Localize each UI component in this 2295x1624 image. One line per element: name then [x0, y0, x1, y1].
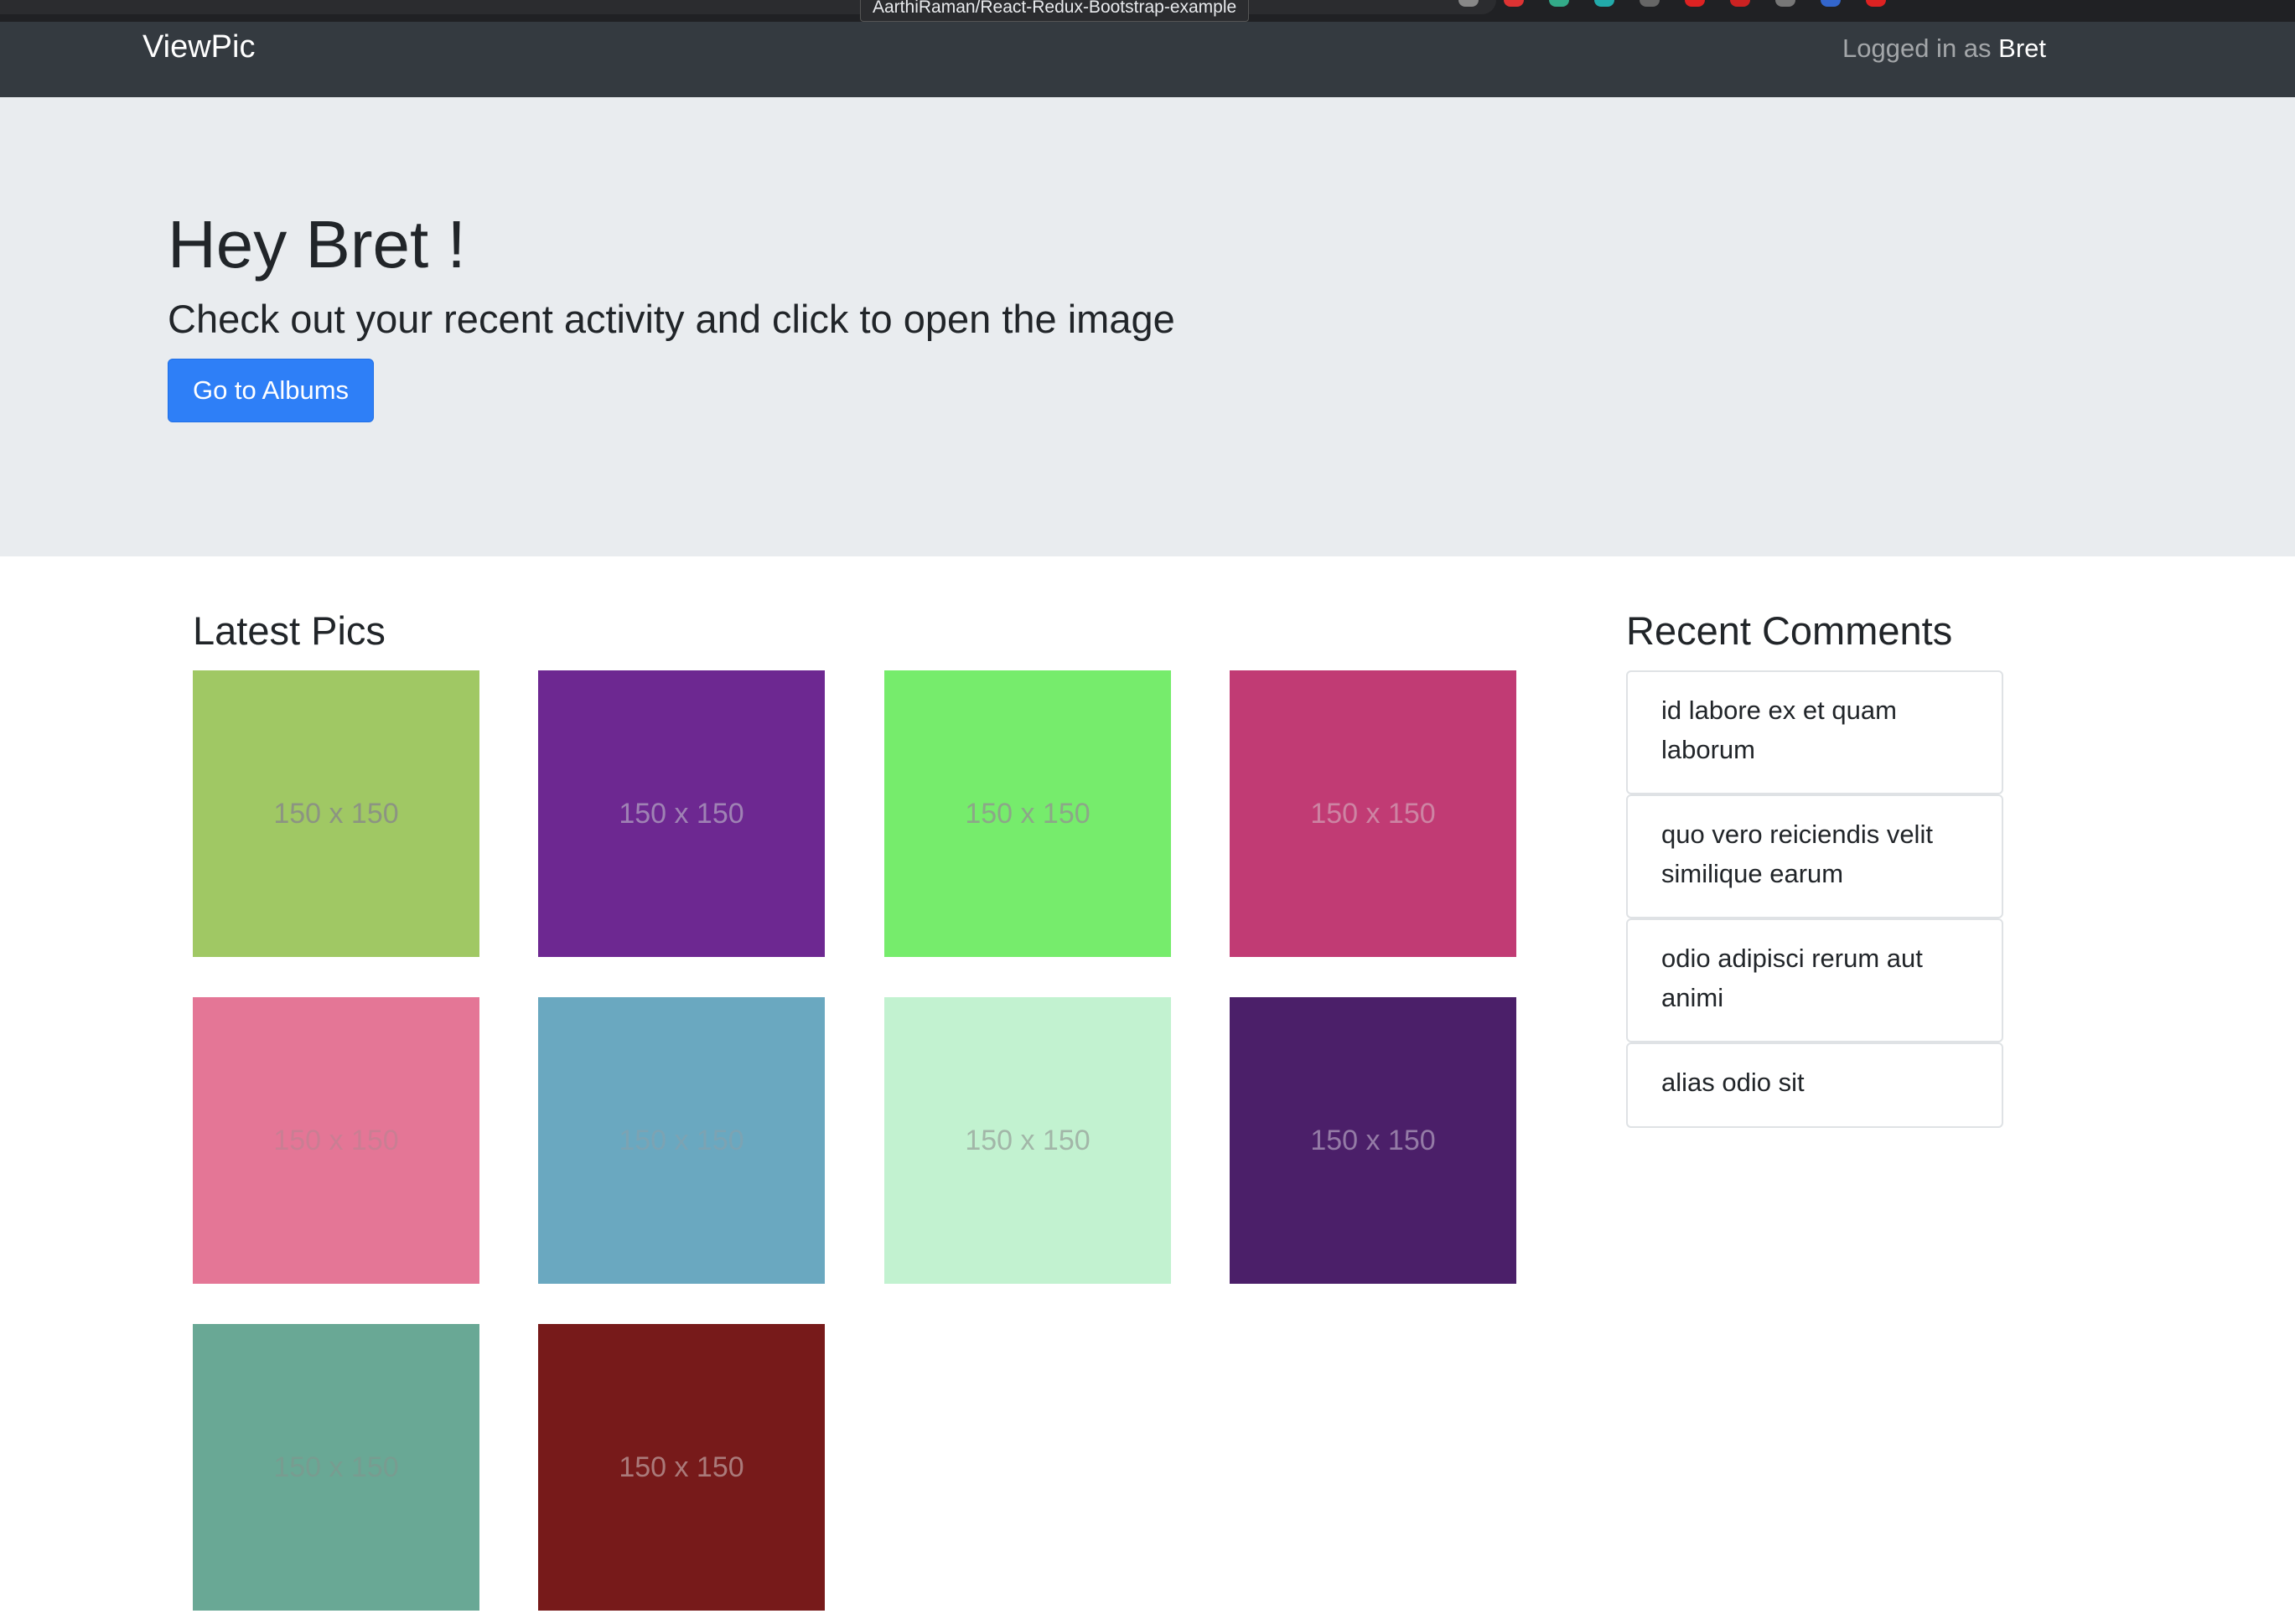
username: Bret — [1998, 34, 2047, 63]
address-bar[interactable] — [0, 0, 1496, 14]
comment-item[interactable]: odio adipisci rerum aut animi — [1626, 918, 2003, 1042]
extension-icon[interactable] — [1821, 0, 1841, 7]
extension-icon[interactable] — [1775, 0, 1795, 7]
pic-thumbnail[interactable]: 150 x 150 — [193, 997, 479, 1284]
pic-placeholder-label: 150 x 150 — [965, 1124, 1091, 1156]
brand-logo[interactable]: ViewPic — [142, 28, 255, 65]
jumbotron-subtitle: Check out your recent activity and click… — [168, 297, 1175, 341]
pic-placeholder-label: 150 x 150 — [619, 797, 744, 830]
go-to-albums-button[interactable]: Go to Albums — [168, 359, 374, 422]
greeting-heading: Hey Bret ! — [168, 207, 466, 282]
pic-placeholder-label: 150 x 150 — [273, 1124, 399, 1156]
comment-item[interactable]: id labore ex et quam laborum — [1626, 670, 2003, 794]
pic-placeholder-label: 150 x 150 — [1310, 797, 1436, 830]
pic-thumbnail[interactable]: 150 x 150 — [193, 670, 479, 957]
navbar: ViewPic Logged in as Bret — [0, 22, 2295, 97]
pic-thumbnail[interactable]: 150 x 150 — [193, 1324, 479, 1611]
latest-pics-heading: Latest Pics — [193, 608, 386, 653]
pic-thumbnail[interactable]: 150 x 150 — [538, 997, 825, 1284]
browser-chrome: AarthiRaman/React-Redux-Bootstrap-exampl… — [0, 0, 2295, 22]
logged-in-status: Logged in as Bret — [1842, 34, 2046, 64]
extension-icon[interactable] — [1866, 0, 1886, 7]
jumbotron: Hey Bret ! Check out your recent activit… — [0, 97, 2295, 556]
pic-placeholder-label: 150 x 150 — [965, 797, 1091, 830]
logged-in-label: Logged in as — [1842, 34, 1999, 63]
link-tooltip: AarthiRaman/React-Redux-Bootstrap-exampl… — [860, 0, 1250, 22]
extension-icon[interactable] — [1594, 0, 1614, 7]
pic-placeholder-label: 150 x 150 — [1310, 1124, 1436, 1156]
extension-icon[interactable] — [1640, 0, 1660, 7]
pic-placeholder-label: 150 x 150 — [619, 1451, 744, 1483]
extension-icons — [1458, 0, 1886, 7]
pic-thumbnail[interactable]: 150 x 150 — [884, 997, 1171, 1284]
comment-item[interactable]: quo vero reiciendis velit similique earu… — [1626, 794, 2003, 918]
pic-thumbnail[interactable]: 150 x 150 — [538, 1324, 825, 1611]
extension-icon[interactable] — [1458, 0, 1479, 7]
extension-icon[interactable] — [1685, 0, 1705, 7]
pic-thumbnail[interactable]: 150 x 150 — [1230, 997, 1516, 1284]
pic-placeholder-label: 150 x 150 — [273, 1451, 399, 1483]
pic-placeholder-label: 150 x 150 — [619, 1124, 744, 1156]
pic-thumbnail[interactable]: 150 x 150 — [1230, 670, 1516, 957]
recent-comments-heading: Recent Comments — [1626, 608, 1953, 653]
pic-thumbnail[interactable]: 150 x 150 — [884, 670, 1171, 957]
pic-placeholder-label: 150 x 150 — [273, 797, 399, 830]
comment-item[interactable]: alias odio sit — [1626, 1042, 2003, 1128]
extension-icon[interactable] — [1549, 0, 1569, 7]
pic-thumbnail[interactable]: 150 x 150 — [538, 670, 825, 957]
extension-icon[interactable] — [1504, 0, 1524, 7]
extension-icon[interactable] — [1730, 0, 1750, 7]
